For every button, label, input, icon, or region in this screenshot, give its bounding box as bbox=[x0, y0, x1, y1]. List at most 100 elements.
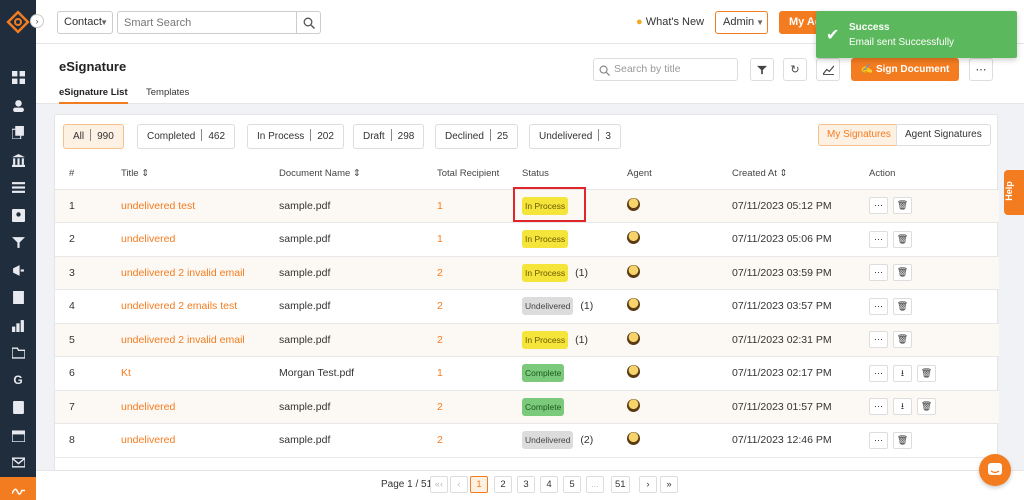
table-row[interactable]: 2 undelivered sample.pdf 1 In Process 07/11/2… bbox=[55, 222, 999, 257]
row-more-button[interactable]: ⋯ bbox=[869, 331, 888, 349]
download-icon: ⭳ bbox=[900, 367, 905, 378]
row-title-link[interactable]: Kt bbox=[121, 367, 131, 379]
sidebar-item-notes[interactable] bbox=[0, 284, 36, 312]
row-more-button[interactable]: ⋯ bbox=[869, 398, 888, 416]
table-row[interactable]: 8 undelivered sample.pdf 2 Undelivered (2) 07/… bbox=[55, 423, 999, 458]
filter-in-process[interactable]: In Process 202 bbox=[247, 124, 344, 149]
row-delete-button[interactable]: 🗑 bbox=[893, 230, 912, 248]
row-recipient-count[interactable]: 2 bbox=[437, 401, 443, 413]
sidebar-item-contact-card[interactable] bbox=[0, 202, 36, 230]
contact-type-select[interactable]: Contact ▼ bbox=[57, 11, 113, 34]
title-search-input[interactable]: Search by title bbox=[593, 58, 738, 81]
filter-button[interactable] bbox=[750, 58, 774, 81]
page-button[interactable]: 3 bbox=[517, 476, 535, 493]
page-button[interactable]: 51 bbox=[611, 476, 630, 493]
table-row[interactable]: 7 undelivered sample.pdf 2 Complete 07/11/202… bbox=[55, 390, 999, 424]
sidebar-item-documents[interactable] bbox=[0, 119, 36, 147]
check-icon: ✔ bbox=[826, 27, 840, 44]
row-title-link[interactable]: undelivered 2 emails test bbox=[121, 300, 237, 312]
sign-document-button[interactable]: ✍ Sign Document bbox=[851, 58, 959, 81]
filter-declined[interactable]: Declined 25 bbox=[435, 124, 519, 149]
more-options-button[interactable]: ⋯ bbox=[969, 58, 993, 81]
sidebar-collapse-button[interactable]: › bbox=[30, 14, 44, 28]
table-row[interactable]: 5 undelivered 2 invalid email sample.pdf 2 I… bbox=[55, 323, 999, 357]
status-badge: In Process bbox=[522, 263, 569, 282]
page-button[interactable]: 2 bbox=[494, 476, 512, 493]
sidebar-item-list[interactable] bbox=[0, 174, 36, 202]
prev-page-button[interactable]: ‹ bbox=[450, 476, 468, 493]
smart-search-input[interactable] bbox=[117, 11, 296, 34]
table-row[interactable]: 3 undelivered 2 invalid email sample.pdf 2 I… bbox=[55, 256, 999, 290]
page-button[interactable]: 1 bbox=[470, 476, 488, 493]
row-recipient-count[interactable]: 2 bbox=[437, 334, 443, 346]
tab-esignature-list[interactable]: eSignature List bbox=[59, 87, 128, 104]
sidebar-item-bank[interactable] bbox=[0, 147, 36, 175]
row-created-at: 07/11/2023 12:46 PM bbox=[732, 423, 869, 458]
row-title-link[interactable]: undelivered test bbox=[121, 200, 195, 212]
col-title[interactable]: Title ⇕ bbox=[121, 159, 279, 190]
row-title-link[interactable]: undelivered bbox=[121, 233, 175, 245]
table-row[interactable]: 4 undelivered 2 emails test sample.pdf 2 Und… bbox=[55, 289, 999, 324]
search-button[interactable] bbox=[296, 11, 321, 34]
row-delete-button[interactable]: 🗑 bbox=[893, 431, 912, 449]
trash-icon: 🗑 bbox=[896, 200, 909, 211]
filter-all[interactable]: All 990 bbox=[63, 124, 124, 149]
refresh-button[interactable]: ↻ bbox=[783, 58, 807, 81]
chat-launcher-button[interactable] bbox=[979, 454, 1011, 486]
row-recipient-count[interactable]: 2 bbox=[437, 434, 443, 446]
next-page-button[interactable]: › bbox=[639, 476, 657, 493]
row-more-button[interactable]: ⋯ bbox=[869, 230, 888, 248]
row-more-button[interactable]: ⋯ bbox=[869, 297, 888, 315]
view-my-signatures[interactable]: My Signatures bbox=[818, 124, 900, 146]
col-created-at[interactable]: Created At ⇕ bbox=[732, 159, 869, 190]
row-recipient-count[interactable]: 1 bbox=[437, 200, 443, 212]
row-title-link[interactable]: undelivered bbox=[121, 434, 175, 446]
table-row[interactable]: 6 Kt Morgan Test.pdf 1 Complete 07/11/2023 02… bbox=[55, 356, 999, 391]
sidebar-item-calendar[interactable] bbox=[0, 422, 36, 450]
filter-completed[interactable]: Completed 462 bbox=[137, 124, 236, 149]
sidebar-item-filter[interactable] bbox=[0, 229, 36, 257]
sidebar-item-folders[interactable] bbox=[0, 339, 36, 367]
row-title-link[interactable]: undelivered 2 invalid email bbox=[121, 334, 245, 346]
filter-undelivered[interactable]: Undelivered 3 bbox=[529, 124, 621, 149]
sidebar-item-email[interactable] bbox=[0, 449, 36, 477]
row-more-button[interactable]: ⋯ bbox=[869, 431, 888, 449]
row-recipient-count[interactable]: 1 bbox=[437, 367, 443, 379]
row-more-button[interactable]: ⋯ bbox=[869, 197, 888, 215]
tab-templates[interactable]: Templates bbox=[146, 87, 189, 98]
row-download-button[interactable]: ⭳ bbox=[893, 398, 912, 416]
sidebar-item-calculator[interactable] bbox=[0, 394, 36, 422]
row-more-button[interactable]: ⋯ bbox=[869, 264, 888, 282]
row-delete-button[interactable]: 🗑 bbox=[893, 297, 912, 315]
help-tab[interactable]: Help bbox=[1004, 170, 1024, 215]
page-button[interactable]: 4 bbox=[540, 476, 558, 493]
filter-draft[interactable]: Draft 298 bbox=[353, 124, 425, 149]
last-page-button[interactable]: » bbox=[660, 476, 678, 493]
page-button[interactable]: 5 bbox=[563, 476, 581, 493]
success-toast[interactable]: ✔ Success Email sent Successfully bbox=[816, 11, 1017, 58]
view-agent-signatures[interactable]: Agent Signatures bbox=[896, 124, 991, 146]
admin-select[interactable]: Admin ▼ bbox=[715, 11, 768, 34]
row-delete-button[interactable]: 🗑 bbox=[893, 264, 912, 282]
row-recipient-count[interactable]: 2 bbox=[437, 267, 443, 279]
row-delete-button[interactable]: 🗑 bbox=[917, 364, 936, 382]
first-page-button[interactable]: «‹ bbox=[430, 476, 448, 493]
chart-button[interactable] bbox=[816, 58, 840, 81]
row-recipient-count[interactable]: 1 bbox=[437, 233, 443, 245]
sidebar-item-contacts[interactable] bbox=[0, 92, 36, 120]
sidebar-item-esignature[interactable] bbox=[0, 476, 36, 500]
sidebar-item-campaigns[interactable] bbox=[0, 257, 36, 285]
sidebar-item-google[interactable]: G bbox=[0, 367, 36, 395]
sidebar-item-dashboard[interactable] bbox=[0, 64, 36, 92]
row-delete-button[interactable]: 🗑 bbox=[917, 398, 936, 416]
row-delete-button[interactable]: 🗑 bbox=[893, 331, 912, 349]
row-title-link[interactable]: undelivered bbox=[121, 401, 175, 413]
row-more-button[interactable]: ⋯ bbox=[869, 364, 888, 382]
whats-new-link[interactable]: ● What's New bbox=[636, 16, 704, 28]
col-document-name[interactable]: Document Name ⇕ bbox=[279, 159, 437, 190]
sidebar-item-reports[interactable] bbox=[0, 312, 36, 340]
row-delete-button[interactable]: 🗑 bbox=[893, 197, 912, 215]
row-recipient-count[interactable]: 2 bbox=[437, 300, 443, 312]
row-title-link[interactable]: undelivered 2 invalid email bbox=[121, 267, 245, 279]
row-download-button[interactable]: ⭳ bbox=[893, 364, 912, 382]
